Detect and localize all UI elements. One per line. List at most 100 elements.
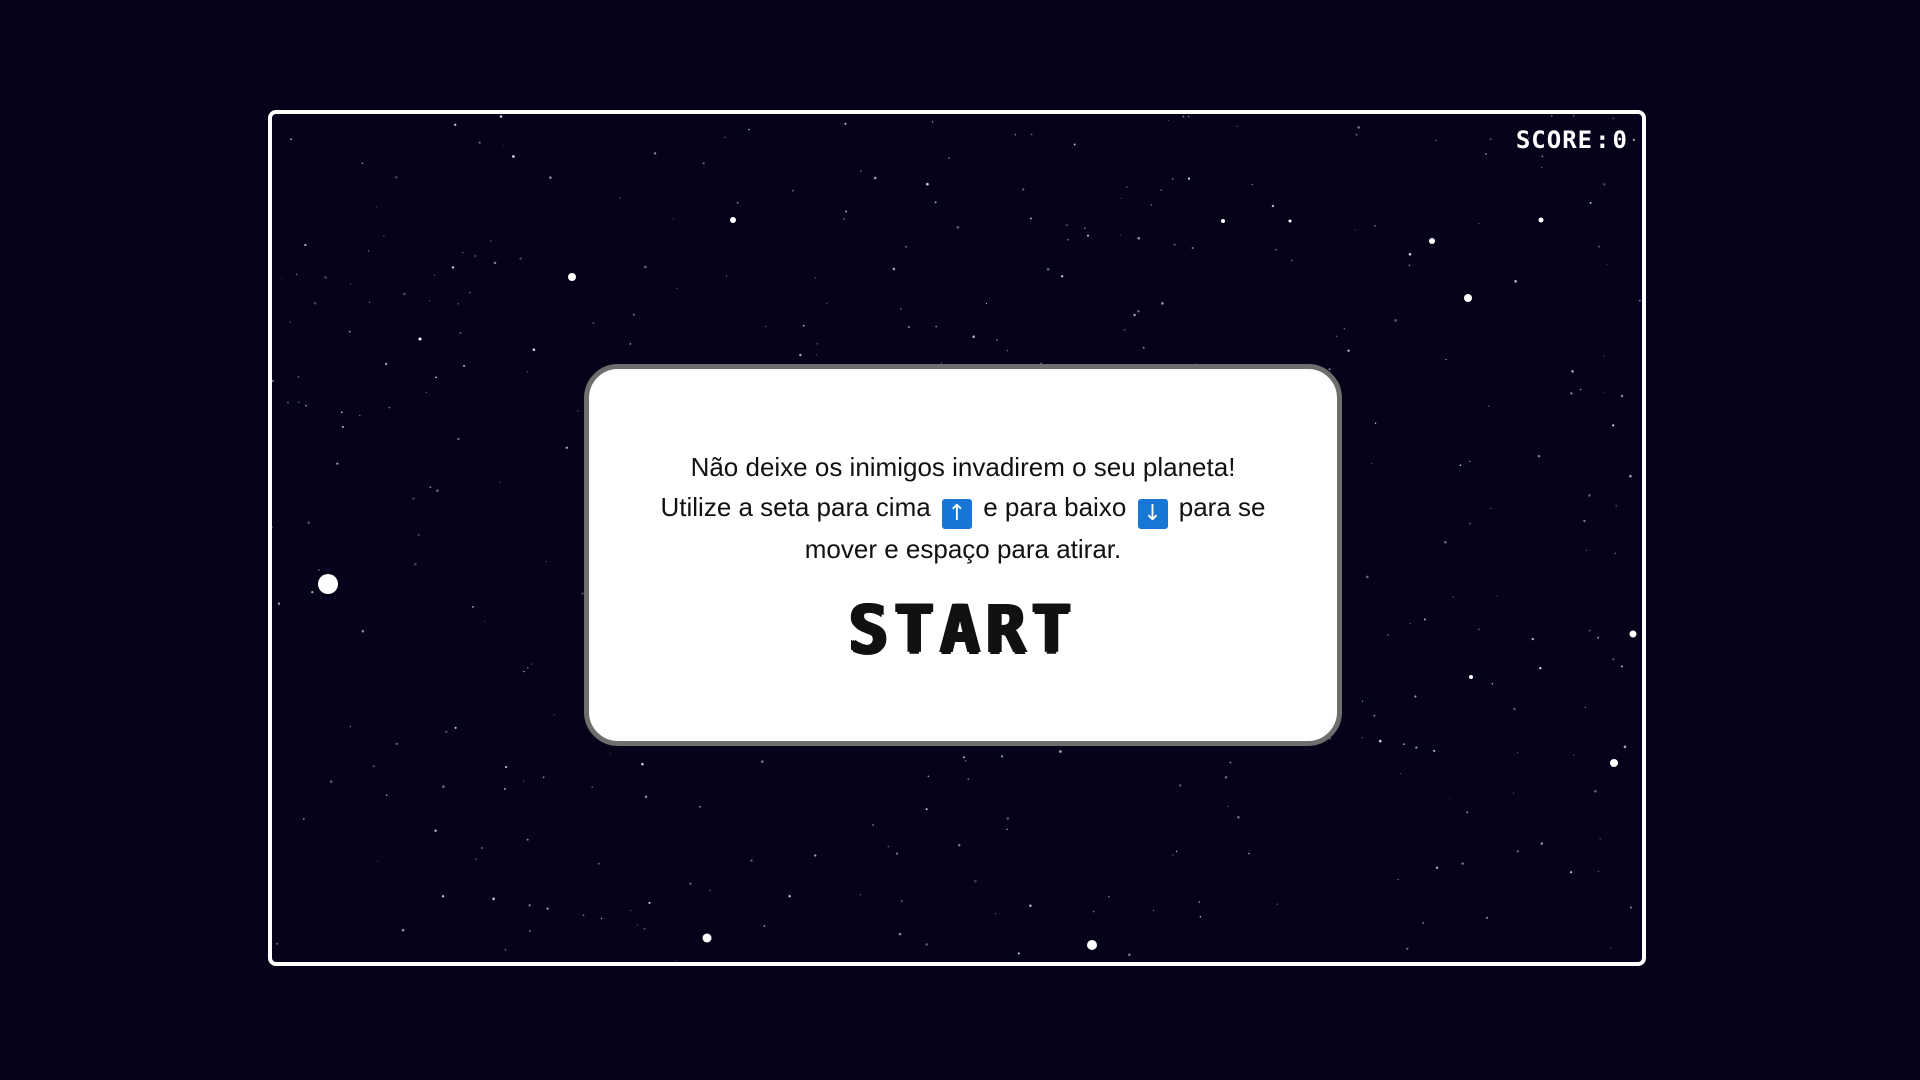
star bbox=[1275, 249, 1277, 251]
star bbox=[1466, 811, 1469, 814]
star bbox=[1014, 134, 1017, 136]
star bbox=[512, 155, 515, 158]
star bbox=[1354, 229, 1356, 231]
star bbox=[1597, 636, 1600, 639]
star bbox=[549, 176, 552, 179]
star bbox=[1623, 745, 1627, 749]
bright-star bbox=[1629, 630, 1637, 638]
star bbox=[412, 497, 415, 500]
star bbox=[1415, 746, 1418, 749]
star bbox=[1585, 549, 1588, 551]
star bbox=[1236, 125, 1238, 128]
star bbox=[286, 401, 290, 404]
star bbox=[528, 904, 531, 907]
star bbox=[1092, 911, 1095, 913]
star bbox=[1570, 871, 1573, 874]
star bbox=[1513, 792, 1515, 794]
star bbox=[1638, 299, 1641, 302]
star bbox=[499, 115, 503, 118]
star bbox=[676, 287, 678, 289]
star bbox=[1620, 665, 1624, 668]
star bbox=[1030, 133, 1033, 136]
star bbox=[1539, 667, 1542, 670]
star bbox=[1137, 310, 1140, 313]
star bbox=[641, 762, 644, 766]
star bbox=[1541, 166, 1543, 168]
star bbox=[898, 932, 902, 936]
bright-star bbox=[730, 217, 736, 223]
star bbox=[1583, 519, 1586, 523]
star bbox=[582, 914, 585, 917]
star bbox=[726, 275, 728, 277]
star bbox=[643, 927, 646, 930]
star bbox=[545, 560, 547, 563]
star bbox=[434, 829, 437, 832]
star bbox=[1459, 464, 1462, 467]
star bbox=[527, 667, 529, 669]
star bbox=[1445, 358, 1447, 361]
star bbox=[1599, 838, 1601, 840]
star bbox=[304, 243, 307, 247]
star bbox=[298, 401, 300, 403]
star bbox=[553, 714, 555, 716]
bright-star bbox=[1464, 294, 1472, 302]
star bbox=[1615, 505, 1617, 507]
star bbox=[1444, 541, 1447, 544]
star bbox=[1271, 204, 1275, 208]
star bbox=[925, 943, 929, 946]
star bbox=[859, 894, 862, 896]
star bbox=[1614, 552, 1617, 555]
bright-star bbox=[1538, 217, 1544, 223]
star bbox=[619, 197, 621, 199]
star bbox=[1022, 188, 1025, 191]
start-button[interactable]: START bbox=[849, 597, 1078, 663]
star bbox=[526, 371, 528, 373]
star bbox=[311, 590, 314, 594]
star bbox=[1336, 335, 1338, 337]
star bbox=[1620, 394, 1624, 398]
star bbox=[994, 913, 997, 915]
star bbox=[632, 313, 635, 316]
star bbox=[324, 276, 327, 279]
star bbox=[1251, 184, 1253, 186]
score-label: SCORE bbox=[1515, 126, 1594, 154]
star bbox=[843, 218, 845, 220]
star bbox=[1001, 755, 1004, 758]
star bbox=[1172, 854, 1174, 856]
star bbox=[1399, 772, 1401, 775]
star bbox=[1408, 252, 1412, 256]
star bbox=[441, 895, 445, 898]
star bbox=[522, 780, 525, 782]
star bbox=[1603, 392, 1605, 394]
instructions-line-1: Não deixe os inimigos invadirem o seu pl… bbox=[690, 452, 1236, 482]
star bbox=[1486, 917, 1488, 919]
star bbox=[530, 663, 533, 665]
star bbox=[816, 354, 818, 356]
star bbox=[435, 376, 438, 379]
star bbox=[526, 838, 529, 841]
star bbox=[935, 325, 938, 328]
star bbox=[1361, 700, 1364, 702]
star bbox=[1571, 370, 1574, 373]
star bbox=[459, 331, 462, 335]
star bbox=[463, 364, 466, 367]
star bbox=[348, 330, 351, 333]
star bbox=[388, 407, 390, 409]
star bbox=[956, 226, 960, 229]
star bbox=[972, 335, 975, 338]
star bbox=[492, 897, 495, 901]
instructions-text: Não deixe os inimigos invadirem o seu pl… bbox=[653, 447, 1273, 569]
star bbox=[272, 526, 274, 529]
star bbox=[1433, 749, 1436, 752]
star bbox=[290, 138, 292, 141]
star bbox=[1402, 743, 1405, 746]
star bbox=[1570, 392, 1573, 395]
star bbox=[1598, 245, 1601, 248]
star bbox=[429, 486, 432, 489]
star bbox=[1006, 828, 1008, 831]
star bbox=[401, 928, 405, 932]
star bbox=[636, 924, 638, 926]
star bbox=[709, 889, 711, 892]
star bbox=[761, 760, 764, 763]
star bbox=[1227, 805, 1229, 808]
